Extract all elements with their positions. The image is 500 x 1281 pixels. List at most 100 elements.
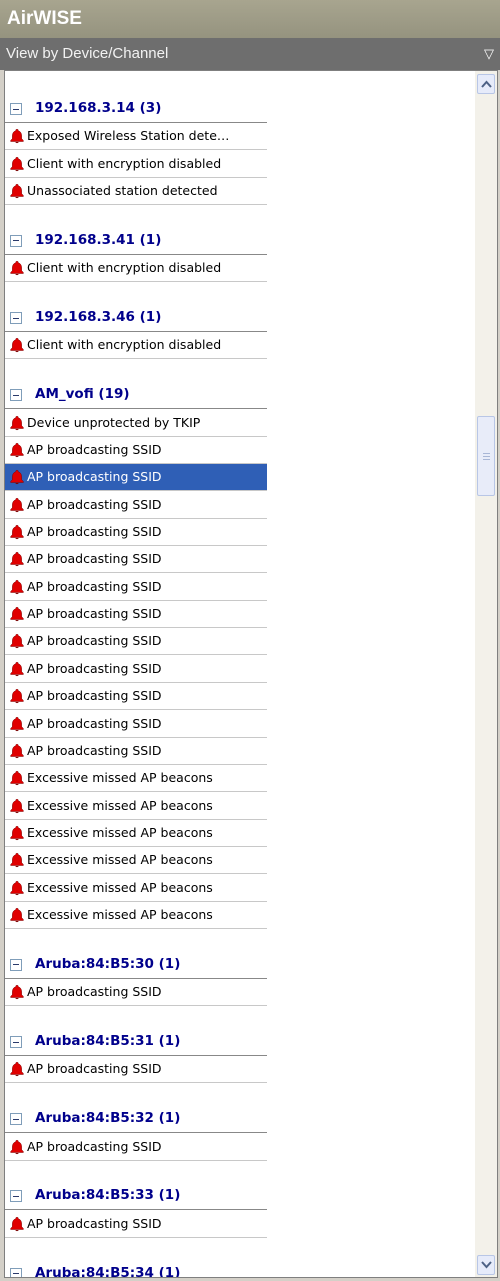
tree-group-header[interactable]: AM_vofi (19) xyxy=(5,382,267,410)
alert-row[interactable]: Excessive missed AP beacons xyxy=(5,901,267,929)
alert-label: AP broadcasting SSID xyxy=(27,742,162,758)
alert-label: AP broadcasting SSID xyxy=(27,442,162,457)
collapse-minus-icon[interactable] xyxy=(10,389,22,402)
alarm-bell-icon xyxy=(9,825,25,841)
app-title: AirWISE xyxy=(0,0,500,38)
alert-label: Client with encryption disabled xyxy=(27,155,222,171)
alert-row[interactable]: Unassociated station detected xyxy=(5,178,267,206)
scroll-up-button[interactable] xyxy=(477,74,495,94)
alert-label: Exposed Wireless Station dete… xyxy=(27,128,230,144)
alert-row[interactable]: AP broadcasting SSID xyxy=(5,1056,267,1084)
alarm-bell-icon xyxy=(9,1139,25,1155)
collapse-minus-icon[interactable] xyxy=(10,1113,22,1126)
collapse-minus-icon[interactable] xyxy=(10,312,22,325)
alert-label: AP broadcasting SSID xyxy=(27,984,162,1000)
tree-group-header[interactable]: Aruba:84:B5:33 (1) xyxy=(5,1183,267,1211)
alert-label: Client with encryption disabled xyxy=(27,337,222,353)
alert-row[interactable]: Excessive missed AP beacons xyxy=(5,765,267,793)
alarm-bell-icon xyxy=(9,743,25,759)
view-selector-label: View by Device/Channel xyxy=(6,45,169,62)
alert-label: Unassociated station detected xyxy=(27,183,218,199)
alert-label: Client with encryption disabled xyxy=(27,260,222,276)
alert-row[interactable]: AP broadcasting SSID xyxy=(5,519,267,547)
collapse-minus-icon[interactable] xyxy=(10,958,22,971)
alert-row[interactable]: Excessive missed AP beacons xyxy=(5,874,267,902)
alert-row[interactable]: Excessive missed AP beacons xyxy=(5,792,267,820)
alert-row[interactable]: AP broadcasting SSID xyxy=(5,628,267,656)
alert-row[interactable]: AP broadcasting SSID xyxy=(5,710,267,738)
alert-label: AP broadcasting SSID xyxy=(27,524,162,540)
alert-row[interactable]: AP broadcasting SSID xyxy=(5,655,267,683)
alarm-bell-icon xyxy=(9,337,25,353)
tree-group-header[interactable]: Aruba:84:B5:34 (1) xyxy=(5,1261,267,1277)
collapse-minus-icon[interactable] xyxy=(10,234,22,247)
tree-group-header[interactable]: Aruba:84:B5:30 (1) xyxy=(5,952,267,979)
scroll-down-button[interactable] xyxy=(477,1255,495,1275)
tree-group-header[interactable]: 192.168.3.41 (1) xyxy=(5,228,267,255)
triangle-down-icon[interactable]: ▽ xyxy=(484,38,494,70)
tree-group-header[interactable]: 192.168.3.46 (1) xyxy=(5,305,267,333)
alert-row[interactable]: AP broadcasting SSID xyxy=(5,1210,267,1238)
alert-row[interactable]: AP broadcasting SSID xyxy=(5,437,267,464)
group-label: AM_vofi (19) xyxy=(35,386,130,403)
group-label: 192.168.3.41 (1) xyxy=(35,231,162,248)
alert-row[interactable]: AP broadcasting SSID xyxy=(5,546,267,574)
tree-group-header[interactable]: 192.168.3.14 (3) xyxy=(5,96,267,123)
alert-label: Excessive missed AP beacons xyxy=(27,797,213,813)
alarm-bell-icon xyxy=(9,606,25,622)
alarm-bell-icon xyxy=(9,1216,25,1232)
collapse-minus-icon[interactable] xyxy=(10,1267,22,1277)
alert-row[interactable]: AP broadcasting SSID xyxy=(5,601,267,629)
alert-label: Excessive missed AP beacons xyxy=(27,879,213,895)
alert-label: Excessive missed AP beacons xyxy=(27,852,213,868)
alarm-bell-icon xyxy=(9,852,25,868)
alert-row[interactable]: AP broadcasting SSID xyxy=(5,1133,267,1161)
alert-label: AP broadcasting SSID xyxy=(27,1061,162,1077)
alarm-bell-icon xyxy=(9,128,25,144)
group-label: 192.168.3.14 (3) xyxy=(35,100,162,116)
alert-row[interactable]: Excessive missed AP beacons xyxy=(5,819,267,847)
alert-row[interactable]: Device unprotected by TKIP xyxy=(5,409,267,437)
alert-label: AP broadcasting SSID xyxy=(27,715,162,731)
alarm-bell-icon xyxy=(9,442,25,458)
alarm-bell-icon xyxy=(9,716,25,732)
tree-group-header[interactable]: Aruba:84:B5:31 (1) xyxy=(5,1029,267,1056)
alarm-bell-icon xyxy=(9,907,25,923)
alarm-bell-icon xyxy=(9,469,25,485)
alert-label: AP broadcasting SSID xyxy=(27,496,162,512)
alert-row[interactable]: AP broadcasting SSID xyxy=(5,737,267,765)
alert-row[interactable]: AP broadcasting SSID xyxy=(5,979,267,1007)
alert-row[interactable]: Exposed Wireless Station dete… xyxy=(5,123,267,151)
alert-row[interactable]: Client with encryption disabled xyxy=(5,332,267,360)
alert-row[interactable]: Client with encryption disabled xyxy=(5,255,267,283)
alarm-bell-icon xyxy=(9,984,25,1000)
alert-label: AP broadcasting SSID xyxy=(27,660,162,676)
alert-label: Excessive missed AP beacons xyxy=(27,906,213,922)
alarm-bell-icon xyxy=(9,770,25,786)
tree-group-header[interactable]: Aruba:84:B5:32 (1) xyxy=(5,1106,267,1134)
alarm-bell-icon xyxy=(9,688,25,704)
alert-label: AP broadcasting SSID xyxy=(27,688,162,704)
view-selector[interactable]: View by Device/Channel ▽ xyxy=(0,38,500,70)
alarm-bell-icon xyxy=(9,1061,25,1077)
alert-row[interactable]: Client with encryption disabled xyxy=(5,150,267,178)
collapse-minus-icon[interactable] xyxy=(10,103,22,115)
scrollbar-thumb[interactable] xyxy=(477,416,495,496)
alert-row[interactable]: AP broadcasting SSID xyxy=(5,683,267,711)
vertical-scrollbar[interactable] xyxy=(475,71,497,1277)
alarm-bell-icon xyxy=(9,880,25,896)
alert-row[interactable]: Excessive missed AP beacons xyxy=(5,847,267,875)
group-label: Aruba:84:B5:33 (1) xyxy=(35,1187,181,1204)
alarm-bell-icon xyxy=(9,551,25,567)
alarm-bell-icon xyxy=(9,497,25,513)
alert-label: AP broadcasting SSID xyxy=(27,578,162,594)
alarm-bell-icon xyxy=(9,661,25,677)
collapse-minus-icon[interactable] xyxy=(10,1036,22,1048)
collapse-minus-icon[interactable] xyxy=(10,1190,22,1203)
alert-row[interactable]: AP broadcasting SSID xyxy=(5,464,267,492)
group-label: Aruba:84:B5:30 (1) xyxy=(35,955,181,972)
alarm-bell-icon xyxy=(9,524,25,540)
alarm-bell-icon xyxy=(9,156,25,172)
alert-row[interactable]: AP broadcasting SSID xyxy=(5,491,267,519)
alert-row[interactable]: AP broadcasting SSID xyxy=(5,573,267,601)
